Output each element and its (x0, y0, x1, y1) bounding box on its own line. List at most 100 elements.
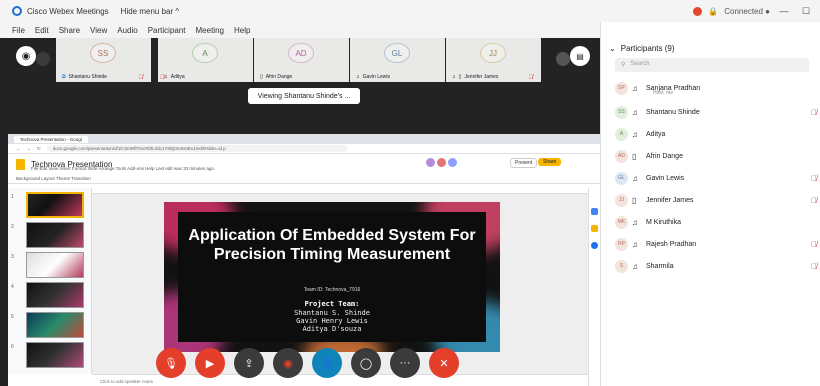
menu-share[interactable]: Share (59, 26, 80, 35)
participant-row[interactable]: JJ ▯ Jennifer James 🎙̸ (615, 190, 820, 210)
participant-row[interactable]: SP ♫ Sanjana Pradhan Host, me (615, 78, 820, 98)
slide-number: 1 (11, 194, 14, 200)
participant-avatar: MK (615, 215, 628, 229)
hide-menu-bar-button[interactable]: Hide menu bar ^ (121, 7, 179, 16)
audio-icon: ♫ (356, 74, 360, 80)
tile-name: ♫ Aditya (164, 74, 185, 80)
participants-header[interactable]: ⌄ Participants (9) (609, 44, 675, 53)
tile-name: ▯ Afrin Dange (260, 74, 293, 80)
participants-button[interactable]: 👤 (312, 348, 342, 378)
slide-thumbnail[interactable] (26, 342, 84, 368)
participant-row[interactable]: GL ♫ Gavin Lewis 🎙̸ (615, 168, 820, 188)
slide-thumbnail[interactable] (26, 192, 84, 218)
doc-menu[interactable]: File Edit View Insert Format Slide Arran… (31, 166, 214, 171)
collaborator-avatar (437, 158, 446, 167)
thumbnails-next-button[interactable] (556, 52, 570, 66)
participant-name: Sharmila (646, 262, 674, 270)
slide-thumbnail[interactable] (26, 252, 84, 278)
thumbnails-prev-button[interactable] (36, 52, 50, 66)
mic-muted-icon: 🎙̸ (528, 75, 534, 81)
viewing-banner[interactable]: Viewing Shantanu Shinde's ... (248, 88, 360, 104)
connection-status[interactable]: Connected ● (724, 7, 770, 16)
back-icon[interactable]: ← (16, 146, 21, 151)
video-tile[interactable]: SS ⧉ Shantanu Shinde 🎙̸ (56, 38, 152, 82)
slide-number: 2 (11, 224, 14, 230)
team-member: Aditya D'souza (302, 325, 362, 333)
slide-thumbnail[interactable] (26, 222, 84, 248)
participant-avatar: JJ (615, 193, 628, 207)
menu-audio[interactable]: Audio (117, 26, 137, 35)
tile-avatar: JJ (480, 43, 506, 63)
chat-button[interactable]: ◯ (351, 348, 381, 378)
participant-row[interactable]: SS ♫ Shantanu Shinde 🎙̸ (615, 102, 820, 122)
url-field[interactable]: docs.google.com/presentation/d/1lC0mRfF0… (46, 145, 347, 152)
recording-icon (693, 6, 703, 16)
webex-logo-icon (12, 6, 22, 16)
menu-participant[interactable]: Participant (148, 26, 186, 35)
video-tile[interactable]: JJ ♫ ▯ Jennifer James 🎙̸ (446, 38, 542, 82)
menu-view[interactable]: View (90, 26, 107, 35)
participants-panel: ⌄ Participants (9) ⚲ Search SP ♫ Sanjana… (600, 22, 820, 386)
menu-file[interactable]: File (12, 26, 25, 35)
chevron-down-icon[interactable]: ⌄ (609, 44, 616, 53)
mute-button[interactable]: 🎙 (156, 348, 186, 378)
maximize-button[interactable]: ☐ (798, 6, 814, 17)
keep-icon[interactable] (591, 225, 598, 232)
slide-number: 4 (11, 284, 14, 290)
browser-tab[interactable]: Technova Presentation - Googl (14, 135, 88, 143)
video-tile[interactable]: AD ▯ Afrin Dange (254, 38, 350, 82)
slide-thumbnail[interactable] (26, 282, 84, 308)
participant-name: Gavin Lewis (646, 174, 685, 182)
slide-title: Application Of Embedded System For Preci… (188, 227, 476, 263)
menu-meeting[interactable]: Meeting (196, 26, 224, 35)
slides-toolbar[interactable]: Background Layout Theme Transition (8, 174, 600, 184)
mic-muted-icon: 🎙̸ (138, 75, 144, 81)
video-button[interactable]: ▶ (195, 348, 225, 378)
leave-button[interactable]: ✕ (429, 348, 459, 378)
participant-search[interactable]: ⚲ Search (615, 58, 809, 72)
participant-avatar: GL (615, 171, 628, 185)
reload-icon[interactable]: ↻ (37, 146, 41, 152)
close-icon: ✕ (439, 357, 449, 370)
mic-muted-icon[interactable]: 🎙̸ (811, 108, 817, 117)
participant-row[interactable]: S ♫ Sharmila 🎙̸ (615, 256, 820, 276)
share-doc-button[interactable]: Share (538, 158, 562, 166)
slide-thumbnail[interactable] (26, 312, 84, 338)
mic-muted-icon[interactable]: 🎙̸ (811, 262, 817, 271)
browser-tab-bar: Technova Presentation - Googl (8, 134, 600, 144)
record-button[interactable]: ◉ (273, 348, 303, 378)
mic-muted-icon[interactable]: 🎙̸ (811, 240, 817, 249)
participant-name: Shantanu Shinde (646, 108, 700, 116)
more-button[interactable]: ··· (390, 348, 420, 378)
participant-row[interactable]: AD ▯ Afrin Dange (615, 146, 820, 166)
mic-muted-icon: 🎙̸ (160, 75, 165, 81)
menu-bar: File Edit Share View Audio Participant M… (0, 22, 600, 38)
participant-avatar: SS (615, 105, 628, 119)
share-button[interactable]: ⇪ (234, 348, 264, 378)
video-tile[interactable]: A ♫ Aditya 🎙̸ (158, 38, 254, 82)
menu-edit[interactable]: Edit (35, 26, 49, 35)
participant-row[interactable]: MK ♫ M Kiruthika (615, 212, 820, 232)
minimize-button[interactable]: — (776, 6, 792, 16)
participant-name: Aditya (646, 130, 666, 138)
tile-name: ♫ ▯ Jennifer James (452, 74, 499, 80)
search-placeholder: Search (630, 61, 650, 67)
participant-row[interactable]: A ♫ Aditya (615, 124, 820, 144)
video-tile[interactable]: GL ♫ Gavin Lewis (350, 38, 446, 82)
ruler (92, 188, 588, 194)
layout-icon: ▤ (576, 51, 584, 61)
current-slide[interactable]: Application Of Embedded System For Preci… (164, 202, 500, 352)
layout-button[interactable]: ▤ (570, 46, 590, 66)
mic-off-icon: 🎙 (164, 357, 178, 370)
tasks-icon[interactable] (591, 242, 598, 249)
mic-muted-icon[interactable]: 🎙̸ (811, 196, 817, 205)
self-view-button[interactable]: ◉ (16, 46, 36, 66)
forward-icon[interactable]: → (27, 146, 32, 151)
participant-row[interactable]: RP ♫ Rajesh Pradhan 🎙̸ (615, 234, 820, 254)
mic-muted-icon[interactable]: 🎙̸ (811, 174, 817, 183)
team-member: Gavin Henry Lewis (296, 317, 368, 325)
menu-help[interactable]: Help (234, 26, 250, 35)
slide-filmstrip: 1 2 3 4 5 6 (8, 188, 92, 374)
present-button[interactable]: Present (510, 158, 538, 168)
calendar-icon[interactable] (591, 208, 598, 215)
